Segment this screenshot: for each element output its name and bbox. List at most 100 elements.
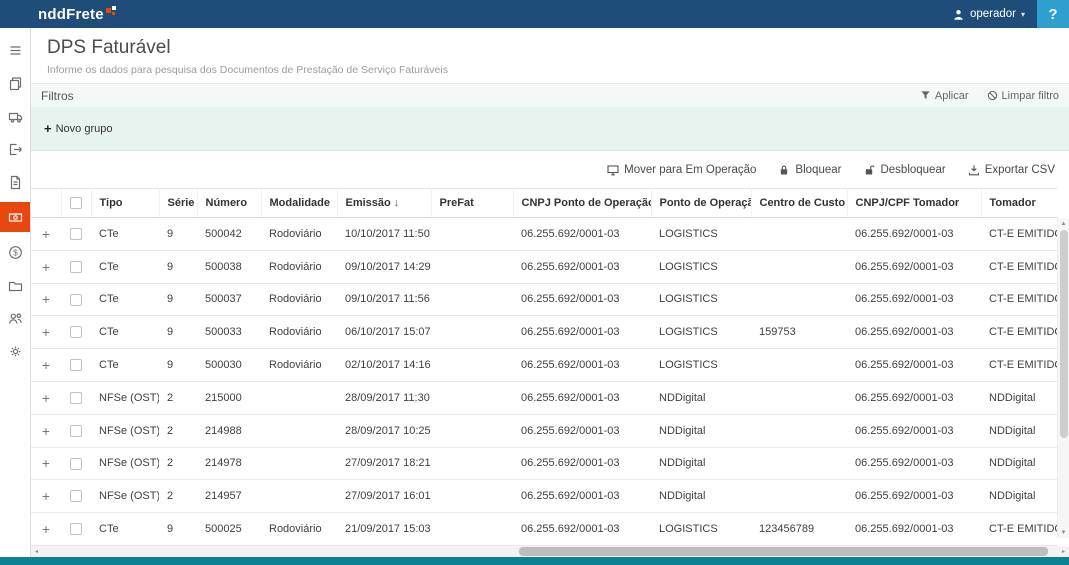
block-button[interactable]: Bloquear — [778, 164, 841, 176]
expand-row-icon[interactable]: + — [42, 488, 50, 504]
sidebar-item-billing-active[interactable] — [0, 202, 30, 232]
scroll-right-icon[interactable]: ▸ — [1058, 548, 1069, 555]
footer-bar — [0, 557, 1069, 565]
table-row[interactable]: +NFSe (OST)221495727/09/2017 16:0106.255… — [31, 480, 1057, 513]
table-row[interactable]: +CTe9500042Rodoviário10/10/2017 11:5006.… — [31, 218, 1057, 251]
row-checkbox[interactable] — [70, 326, 82, 338]
vertical-scrollbar[interactable]: ▲ ▼ — [1057, 218, 1069, 538]
user-icon — [952, 8, 965, 21]
table-row[interactable]: +CTe9500025Rodoviário21/09/2017 15:0306.… — [31, 513, 1057, 546]
sidebar-item-folders[interactable] — [0, 272, 30, 298]
column-header[interactable]: Modalidade — [261, 189, 337, 218]
sidebar-item-export[interactable] — [0, 136, 30, 162]
scroll-down-icon[interactable]: ▼ — [1058, 527, 1069, 538]
menu-icon — [8, 43, 23, 58]
table-row[interactable]: +CTe9500033Rodoviário06/10/2017 15:0706.… — [31, 316, 1057, 349]
table-row[interactable]: +CTe9500037Rodoviário09/10/2017 11:5606.… — [31, 283, 1057, 316]
row-checkbox[interactable] — [70, 228, 82, 240]
table-cell — [751, 250, 847, 283]
horizontal-scrollbar[interactable]: ◂ ▸ — [31, 546, 1069, 557]
row-checkbox[interactable] — [70, 458, 82, 470]
table-cell — [431, 250, 513, 283]
table-cell: LOGISTICS — [651, 316, 751, 349]
export-csv-button[interactable]: Exportar CSV — [968, 164, 1055, 176]
brand-logo[interactable]: nddFrete — [38, 6, 118, 23]
apply-filter-button[interactable]: Aplicar — [920, 90, 969, 102]
row-checkbox[interactable] — [70, 425, 82, 437]
folder-icon — [8, 278, 23, 293]
new-group-button[interactable]: + Novo grupo — [44, 121, 112, 136]
column-header[interactable]: CNPJ/CPF Tomador — [847, 189, 981, 218]
table-cell: 9 — [159, 218, 197, 251]
table-cell: 2 — [159, 447, 197, 480]
table-row[interactable]: +NFSe (OST)221498828/09/2017 10:2506.255… — [31, 414, 1057, 447]
clear-filter-button[interactable]: Limpar filtro — [987, 90, 1059, 102]
table-cell: 159753 — [751, 316, 847, 349]
dps-table: TipoSérieNúmeroModalidadeEmissão ↓PreFat… — [31, 188, 1057, 546]
help-button[interactable]: ? — [1037, 0, 1069, 28]
sidebar-item-transport[interactable] — [0, 103, 30, 129]
select-all-checkbox[interactable] — [70, 197, 82, 209]
table-cell — [431, 513, 513, 546]
row-checkbox[interactable] — [70, 392, 82, 404]
table-row[interactable]: +NFSe (OST)221497827/09/2017 18:2106.255… — [31, 447, 1057, 480]
expand-row-icon[interactable]: + — [42, 324, 50, 340]
expand-row-icon[interactable]: + — [42, 521, 50, 537]
column-header[interactable]: Tipo — [91, 189, 159, 218]
table-cell: 09/10/2017 11:56 — [337, 283, 431, 316]
table-cell: 10/10/2017 11:50 — [337, 218, 431, 251]
expand-cell: + — [31, 218, 61, 251]
table-row[interactable]: +CTe9500038Rodoviário09/10/2017 14:2906.… — [31, 250, 1057, 283]
column-header[interactable]: Tomador — [981, 189, 1057, 218]
row-checkbox[interactable] — [70, 523, 82, 535]
table-cell: 214978 — [197, 447, 261, 480]
chevron-down-icon: ▾ — [1021, 10, 1025, 19]
checkbox-cell — [61, 283, 91, 316]
vertical-scrollbar-thumb[interactable] — [1060, 230, 1068, 438]
user-menu[interactable]: operador ▾ — [940, 0, 1037, 28]
table-row[interactable]: +NFSe (OST)221500028/09/2017 11:3006.255… — [31, 381, 1057, 414]
row-checkbox[interactable] — [70, 294, 82, 306]
sidebar-item-financial[interactable]: $ — [0, 239, 30, 265]
grid-toolbar: Mover para Em Operação Bloquear Desbloqu… — [31, 151, 1069, 188]
column-header[interactable]: Emissão ↓ — [337, 189, 431, 218]
expand-row-icon[interactable]: + — [42, 455, 50, 471]
move-to-operation-button[interactable]: Mover para Em Operação — [607, 164, 756, 176]
table-row[interactable]: +CTe9500030Rodoviário02/10/2017 14:1606.… — [31, 349, 1057, 382]
scroll-left-icon[interactable]: ◂ — [31, 548, 42, 555]
sidebar-item-copy[interactable] — [0, 70, 30, 96]
unblock-button[interactable]: Desbloquear — [863, 164, 945, 176]
sidebar-item-settings[interactable] — [0, 338, 30, 364]
lock-icon — [778, 164, 790, 176]
expand-row-icon[interactable]: + — [42, 390, 50, 406]
table-cell: 06.255.692/0001-03 — [847, 480, 981, 513]
column-header[interactable]: Série — [159, 189, 197, 218]
expand-row-icon[interactable]: + — [42, 226, 50, 242]
column-header[interactable]: Ponto de Operação — [651, 189, 751, 218]
sidebar-item-documents[interactable] — [0, 169, 30, 195]
column-header[interactable]: PreFat — [431, 189, 513, 218]
row-checkbox[interactable] — [70, 261, 82, 273]
sidebar-item-menu[interactable] — [0, 37, 30, 63]
scroll-up-icon[interactable]: ▲ — [1058, 218, 1069, 229]
table-cell: NDDigital — [651, 414, 751, 447]
row-checkbox[interactable] — [70, 359, 82, 371]
expand-row-icon[interactable]: + — [42, 357, 50, 373]
column-header[interactable]: CNPJ Ponto de Operação — [513, 189, 651, 218]
users-icon — [8, 311, 23, 326]
table-cell: NDDigital — [981, 381, 1057, 414]
sidebar-item-users[interactable] — [0, 305, 30, 331]
checkbox-cell — [61, 250, 91, 283]
table-cell: CT-E EMITIDO EM — [981, 349, 1057, 382]
expand-cell: + — [31, 480, 61, 513]
table-cell: 9 — [159, 283, 197, 316]
horizontal-scrollbar-thumb[interactable] — [519, 547, 1048, 556]
expand-row-icon[interactable]: + — [42, 291, 50, 307]
expand-row-icon[interactable]: + — [42, 259, 50, 275]
column-header[interactable]: Centro de Custo — [751, 189, 847, 218]
row-checkbox[interactable] — [70, 490, 82, 502]
checkbox-cell — [61, 316, 91, 349]
expand-row-icon[interactable]: + — [42, 423, 50, 439]
table-cell: Rodoviário — [261, 218, 337, 251]
column-header[interactable]: Número — [197, 189, 261, 218]
